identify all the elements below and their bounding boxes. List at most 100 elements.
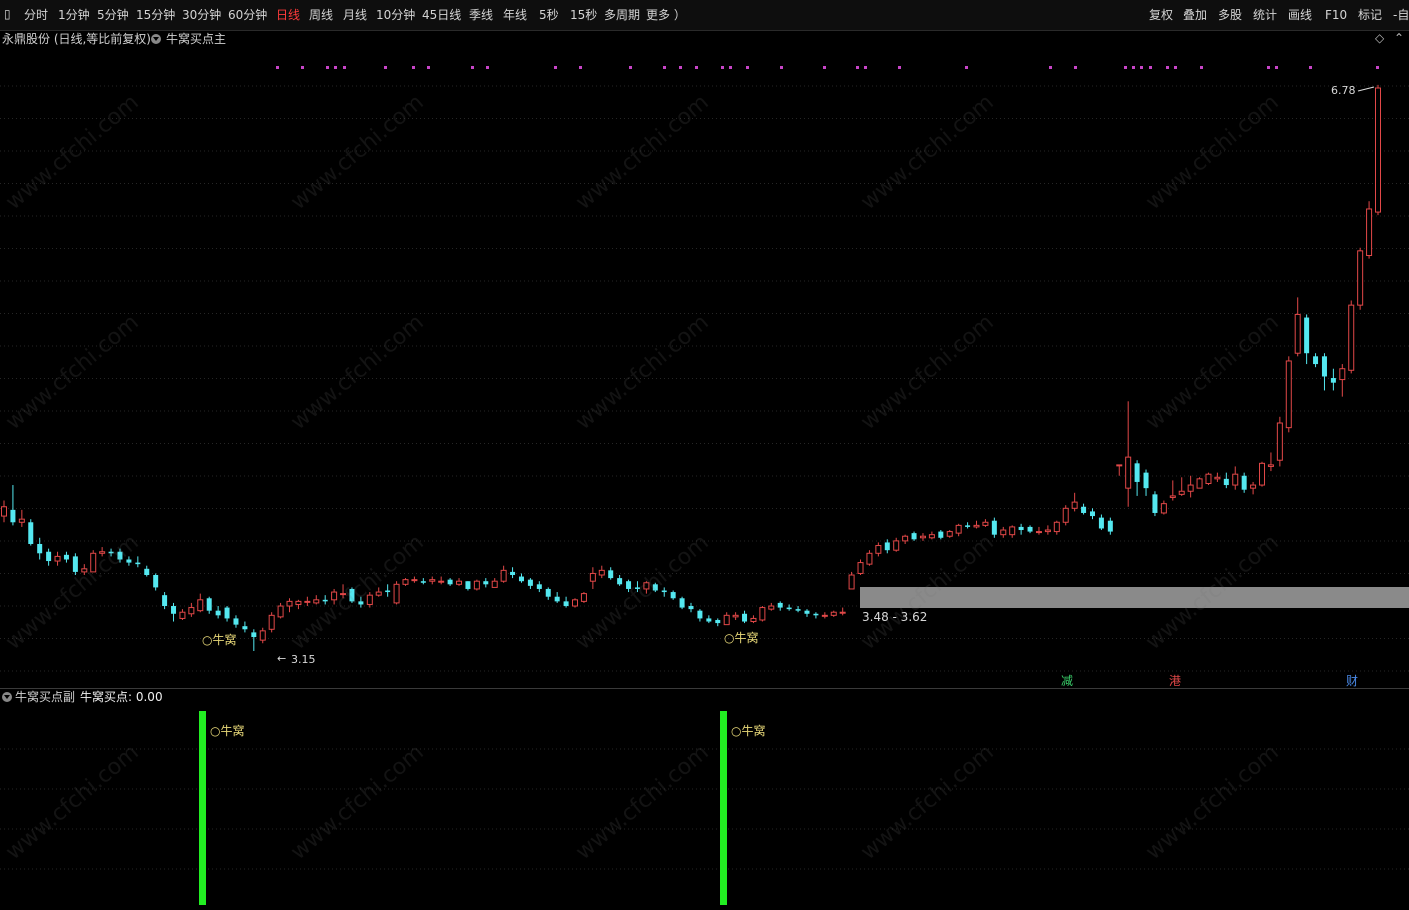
candle-body-down	[813, 613, 819, 616]
candle-body-down	[215, 610, 221, 616]
signal-dot	[471, 66, 474, 69]
candle-body-down	[144, 568, 150, 576]
candle-body-up	[99, 551, 106, 554]
candle-body-down	[652, 584, 658, 591]
candle-body-up	[1232, 473, 1239, 486]
event-badge-hk[interactable]: 港	[1169, 674, 1181, 688]
candle-body-down	[1152, 494, 1158, 513]
candle-body-up	[572, 599, 579, 607]
period-tab-11[interactable]: 季线	[469, 8, 493, 22]
period-tab-13[interactable]: 5秒	[539, 8, 559, 22]
candle-body-up	[893, 540, 900, 551]
candle-body-up	[643, 582, 650, 590]
candle-body-up	[973, 524, 980, 528]
sub-indicator-menu-icon[interactable]	[2, 692, 12, 702]
event-badge-reduce[interactable]: 减	[1061, 674, 1073, 688]
candle-body-up	[1053, 521, 1060, 533]
period-tab-8[interactable]: 月线	[343, 8, 367, 22]
window-icon[interactable]: ▯	[4, 7, 11, 21]
candle-body-up	[54, 555, 61, 562]
toolbar-right-item-7[interactable]: -自	[1393, 8, 1409, 22]
candle-body-up	[955, 524, 962, 534]
candle-body-up	[1, 506, 7, 517]
candle-body-up	[1259, 462, 1266, 486]
candle-body-down	[626, 581, 632, 589]
candle-body-down	[63, 554, 69, 560]
period-tab-5[interactable]: 60分钟	[228, 8, 267, 22]
candle-body-up	[1125, 456, 1132, 489]
toolbar-right-item-2[interactable]: 多股	[1218, 8, 1242, 22]
candle-body-up	[1339, 368, 1346, 381]
candle-body-up	[1276, 422, 1283, 461]
candle-body-up	[1366, 208, 1373, 257]
candle-body-down	[617, 578, 623, 585]
period-tab-9[interactable]: 10分钟	[376, 8, 415, 22]
period-tab-15[interactable]: 多周期	[604, 8, 640, 22]
candle-body-down	[153, 575, 159, 588]
candle-body-down	[911, 533, 917, 540]
toolbar-right-item-4[interactable]: 画线	[1288, 8, 1312, 22]
candle-body-down	[1107, 520, 1113, 532]
event-badge-finance[interactable]: 财	[1346, 674, 1358, 688]
candle-body-down	[1143, 472, 1149, 489]
candle-body-down	[545, 588, 551, 597]
candle-body-down	[72, 556, 78, 572]
period-tab-14[interactable]: 15秒	[570, 8, 597, 22]
candle-body-up	[1285, 360, 1292, 429]
diamond-icon[interactable]: ◇	[1375, 31, 1384, 45]
candle-body-down	[1313, 356, 1319, 365]
toolbar-right-item-6[interactable]: 标记	[1358, 8, 1382, 22]
candle-body-down	[1018, 526, 1024, 531]
toolbar-right-item-1[interactable]: 叠加	[1183, 8, 1207, 22]
candle-body-up	[750, 617, 757, 623]
candle-body-up	[456, 580, 463, 585]
signal-dot	[695, 66, 698, 69]
main-chart[interactable]	[0, 50, 1409, 689]
candle-body-up	[81, 568, 88, 573]
pane-divider[interactable]	[0, 688, 1409, 689]
period-tab-3[interactable]: 15分钟	[136, 8, 175, 22]
candle-body-down	[697, 610, 703, 619]
candle-body-down	[117, 551, 123, 560]
signal-dot	[1140, 66, 1143, 69]
period-tab-10[interactable]: 45日线	[422, 8, 461, 22]
candle-body-up	[1169, 495, 1176, 498]
signal-dot	[721, 66, 724, 69]
sub-indicator-name[interactable]: 牛窝买点副	[15, 690, 75, 704]
candle-body-up	[393, 583, 400, 604]
candle-body-up	[821, 614, 828, 617]
toolbar-right-item-5[interactable]: F10	[1325, 8, 1347, 22]
candle-body-down	[706, 618, 712, 622]
period-tab-12[interactable]: 年线	[503, 8, 527, 22]
signal-dot	[965, 66, 968, 69]
period-tab-6[interactable]: 日线	[276, 8, 300, 22]
low-price-label: 3.15	[291, 653, 316, 666]
toolbar-right-item-3[interactable]: 统计	[1253, 8, 1277, 22]
candle-body-up	[580, 593, 587, 602]
period-tab-0[interactable]: 分时	[24, 8, 48, 22]
candle-body-up	[286, 600, 293, 607]
candle-body-up	[429, 579, 436, 582]
candle-body-down	[206, 598, 212, 611]
candle-body-up	[866, 552, 873, 565]
period-tab-7[interactable]: 周线	[309, 8, 333, 22]
period-tab-4[interactable]: 30分钟	[182, 8, 221, 22]
toolbar-right-item-0[interactable]: 复权	[1149, 8, 1173, 22]
indicator-menu-icon[interactable]	[151, 34, 161, 44]
collapse-icon[interactable]: ⌃	[1394, 31, 1404, 45]
candle-body-up	[839, 611, 846, 614]
period-tab-1[interactable]: 1分钟	[58, 8, 90, 22]
candle-body-up	[946, 531, 953, 537]
candle-body-down	[938, 531, 944, 538]
candle-body-up	[1250, 484, 1257, 489]
main-indicator-name[interactable]: 牛窝买点主	[166, 32, 226, 46]
candle-body-down	[670, 592, 676, 599]
candle-body-down	[385, 590, 391, 593]
candle-body-up	[1375, 87, 1381, 213]
candle-body-up	[723, 614, 730, 626]
period-tab-16[interactable]: 更多 ）	[646, 8, 686, 22]
sub-chart[interactable]	[0, 709, 1409, 909]
candle-body-down	[1098, 517, 1104, 529]
period-tab-2[interactable]: 5分钟	[97, 8, 129, 22]
signal-label-2: ○牛窝	[724, 631, 759, 645]
